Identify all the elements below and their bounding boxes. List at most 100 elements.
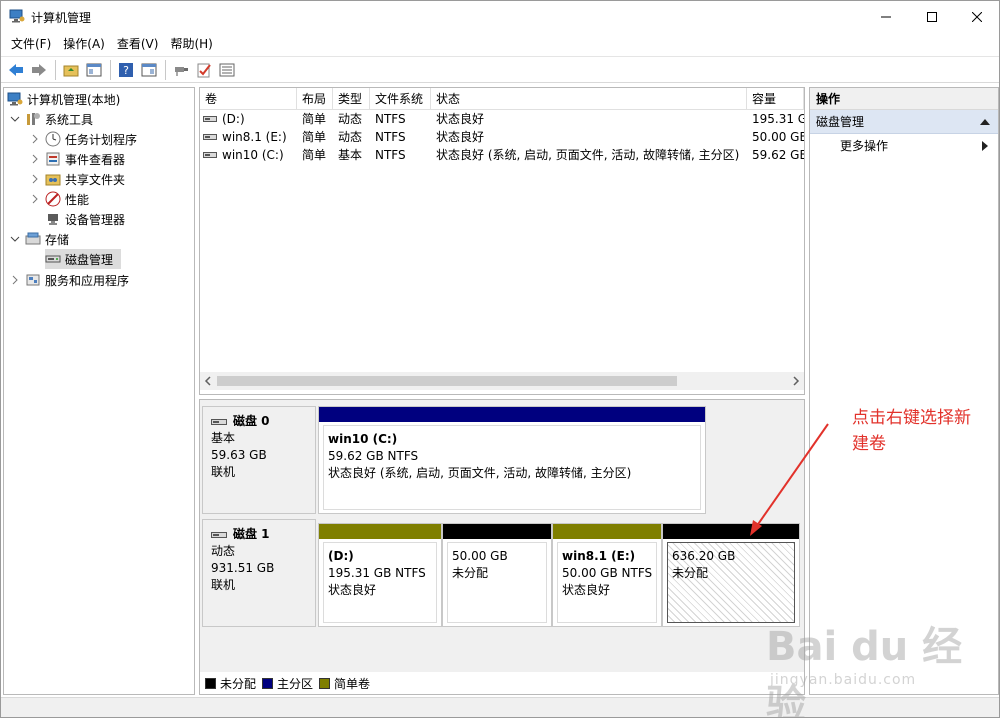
connect-button[interactable] <box>170 59 192 81</box>
expand-chevron-icon[interactable] <box>9 274 21 286</box>
maximize-button[interactable] <box>909 1 955 32</box>
title-bar: 计算机管理 <box>1 1 999 32</box>
menu-action[interactable]: 操作(A) <box>57 32 111 56</box>
table-row[interactable]: (D:) 简单 动态 NTFS 状态良好 195.31 G <box>200 110 804 128</box>
list-view-icon <box>219 63 235 76</box>
tree-item-device-manager[interactable]: 设备管理器 <box>45 209 125 229</box>
horizontal-scrollbar[interactable] <box>200 372 804 390</box>
computer-management-icon <box>9 9 25 23</box>
help-button[interactable]: ? <box>115 59 137 81</box>
volume-list-header: 卷 布局 类型 文件系统 状态 容量 <box>200 88 804 110</box>
back-button[interactable] <box>5 59 27 81</box>
up-level-button[interactable] <box>60 59 82 81</box>
volume-filesystem: NTFS <box>375 112 406 126</box>
partition-d[interactable]: (D:) 195.31 GB NTFS 状态良好 <box>318 523 442 627</box>
key-icon <box>175 66 188 76</box>
table-row[interactable]: win8.1 (E:) 简单 动态 NTFS 状态良好 50.00 GB <box>200 128 804 146</box>
column-header-filesystem[interactable]: 文件系统 <box>370 88 431 110</box>
disk-state: 联机 <box>211 578 236 592</box>
tree-item-label: 共享文件夹 <box>65 172 126 187</box>
column-header-type[interactable]: 类型 <box>333 88 370 110</box>
menu-file[interactable]: 文件(F) <box>5 32 57 56</box>
volume-name: win10 (C:) <box>222 148 284 162</box>
actions-section-disk-management[interactable]: 磁盘管理 <box>810 110 998 134</box>
tree-item-disk-management[interactable]: 磁盘管理 <box>45 249 121 269</box>
expand-chevron-icon[interactable] <box>29 173 41 185</box>
console-tree: 计算机管理(本地) 系统工具 任务计划程序 事件查看器 共享文件夹 性能 设备管… <box>3 87 195 695</box>
toolbar: ? <box>1 56 999 83</box>
tree-item-label: 存储 <box>45 232 70 247</box>
collapse-chevron-icon[interactable] <box>9 233 21 245</box>
tree-item-shared-folders[interactable]: 共享文件夹 <box>29 169 125 189</box>
tree-item-task-scheduler[interactable]: 任务计划程序 <box>29 129 137 149</box>
volume-capacity: 195.31 G <box>752 112 804 126</box>
folder-up-icon <box>63 65 79 76</box>
scrollbar-thumb[interactable] <box>217 376 677 386</box>
column-header-status[interactable]: 状态 <box>431 88 747 110</box>
menu-help[interactable]: 帮助(H) <box>164 32 218 56</box>
tree-item-label: 服务和应用程序 <box>45 273 130 288</box>
column-header-capacity[interactable]: 容量 <box>747 88 804 110</box>
disk-1-label[interactable]: 磁盘 1 动态 931.51 GB 联机 <box>202 519 316 627</box>
legend-swatch <box>205 677 216 689</box>
forward-button[interactable] <box>28 59 50 81</box>
disk-type: 动态 <box>211 544 236 558</box>
scroll-left-icon <box>204 376 211 386</box>
tree-item-event-viewer[interactable]: 事件查看器 <box>29 149 125 169</box>
window-title: 计算机管理 <box>31 11 92 25</box>
volume-icon <box>203 116 217 122</box>
watermark-brand: Bai du 经验 <box>766 624 963 718</box>
volume-status: 状态良好 <box>436 130 485 144</box>
toolbar-separator <box>55 59 56 80</box>
disk-map: 磁盘 0 基本 59.63 GB 联机 win10 (C:) 59.62 GB … <box>199 399 805 695</box>
tree-item-services-apps[interactable]: 服务和应用程序 <box>9 270 129 290</box>
tree-item-label: 任务计划程序 <box>65 132 138 147</box>
column-header-volume[interactable]: 卷 <box>200 88 297 110</box>
table-row[interactable]: win10 (C:) 简单 基本 NTFS 状态良好 (系统, 启动, 页面文件… <box>200 146 804 164</box>
toolbar-separator <box>110 59 111 80</box>
partition-body: 50.00 GB 未分配 <box>447 542 547 623</box>
checklist-icon <box>197 63 211 77</box>
partition-e[interactable]: win8.1 (E:) 50.00 GB NTFS 状态良好 <box>552 523 662 627</box>
tree-root[interactable]: 计算机管理(本地) <box>7 89 120 109</box>
partition-bar <box>443 524 551 539</box>
show-hide-tree-button[interactable] <box>83 59 105 81</box>
list-view-button[interactable] <box>216 59 238 81</box>
action-more-actions[interactable]: 更多操作 <box>810 134 998 158</box>
tools-icon <box>25 111 41 127</box>
partition-body: (D:) 195.31 GB NTFS 状态良好 <box>323 542 437 623</box>
minimize-button[interactable] <box>863 1 909 32</box>
tree-item-label: 系统工具 <box>45 112 94 127</box>
tree-item-storage[interactable]: 存储 <box>9 229 69 249</box>
disk-type: 基本 <box>211 431 236 445</box>
menu-view[interactable]: 查看(V) <box>111 32 165 56</box>
tree-item-performance[interactable]: 性能 <box>29 189 89 209</box>
partition-unallocated-50gb[interactable]: 50.00 GB 未分配 <box>442 523 552 627</box>
computer-management-window: 计算机管理 文件(F) 操作(A) 查看(V) 帮助(H) ? 计算机管理(本地… <box>0 0 1000 718</box>
partition-bar <box>553 524 661 539</box>
volume-icon <box>203 134 217 140</box>
check-button[interactable] <box>193 59 215 81</box>
close-button[interactable] <box>954 1 1000 32</box>
watermark-url: jingyan.baidu.com <box>770 672 917 688</box>
column-header-layout[interactable]: 布局 <box>297 88 333 110</box>
disk-state: 联机 <box>211 465 236 479</box>
tree-item-label: 设备管理器 <box>65 212 126 227</box>
tree-item-label: 事件查看器 <box>65 152 126 167</box>
disk-0-label[interactable]: 磁盘 0 基本 59.63 GB 联机 <box>202 406 316 514</box>
forward-arrow-icon <box>32 63 46 76</box>
expand-chevron-icon[interactable] <box>29 193 41 205</box>
properties-button[interactable] <box>138 59 160 81</box>
storage-icon <box>25 231 41 247</box>
volume-list: 卷 布局 类型 文件系统 状态 容量 (D:) 简单 动态 NTFS 状态良好 … <box>199 87 805 395</box>
expand-chevron-icon[interactable] <box>29 133 41 145</box>
partition-c[interactable]: win10 (C:) 59.62 GB NTFS 状态良好 (系统, 启动, 页… <box>318 406 706 514</box>
minimize-icon <box>881 16 891 17</box>
tree-item-label: 性能 <box>65 192 90 207</box>
expand-chevron-icon[interactable] <box>29 153 41 165</box>
performance-icon <box>45 191 61 207</box>
volume-filesystem: NTFS <box>375 130 406 144</box>
collapse-chevron-icon[interactable] <box>9 113 21 125</box>
tree-root-label: 计算机管理(本地) <box>27 92 121 107</box>
tree-item-system-tools[interactable]: 系统工具 <box>9 109 93 129</box>
